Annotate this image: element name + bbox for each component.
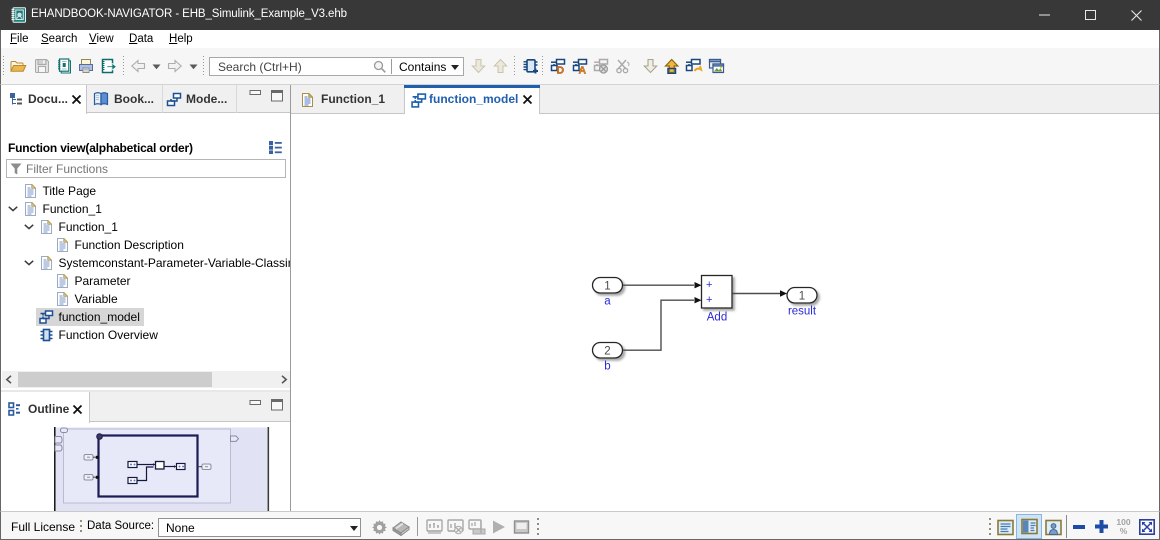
svg-text:D: D [557, 65, 565, 75]
svg-text:1: 1 [799, 291, 805, 303]
svg-text:A: A [579, 65, 587, 75]
svg-text:2: 2 [604, 346, 610, 358]
svg-text:b: b [604, 361, 610, 373]
svg-text:+: + [706, 279, 712, 291]
svg-text:a: a [604, 296, 611, 308]
svg-text:result: result [788, 306, 817, 318]
svg-text:Add: Add [707, 312, 727, 324]
svg-text:+: + [706, 294, 712, 306]
svg-text:1: 1 [604, 281, 610, 293]
